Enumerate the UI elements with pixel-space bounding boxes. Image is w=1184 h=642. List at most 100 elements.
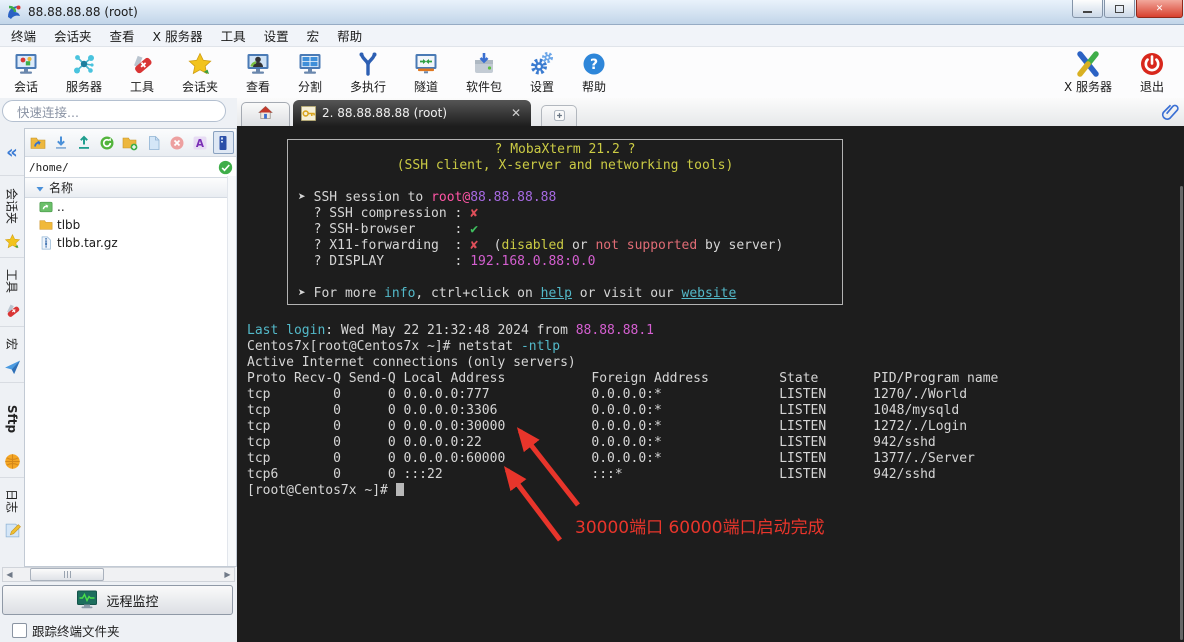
toolbar-label-tools: 工具 xyxy=(129,80,154,94)
toolbar: 会话 服务器 工具 会话夹 查看 分割 多执行 隧道 软件包 设置? 帮助 X 服务器 退出 xyxy=(0,47,1184,100)
help-link[interactable]: help xyxy=(541,286,572,301)
output-line: tcp 0 0 0.0.0.0:3306 0.0.0.0:* LISTEN 10… xyxy=(247,403,1184,419)
toolbar-button-servers[interactable]: 服务器 xyxy=(52,47,116,99)
banner-segment: ✔ xyxy=(470,222,479,237)
quick-connect-input[interactable]: 快速连接... xyxy=(2,100,226,122)
output-line: tcp 0 0 0.0.0.0:777 0.0.0.0:* LISTEN 127… xyxy=(247,387,1184,403)
close-button[interactable]: ✕ xyxy=(1136,0,1183,18)
file-row[interactable]: tlbb.tar.gz xyxy=(25,234,236,252)
file-toolbar-rename-button[interactable]: A xyxy=(190,131,211,154)
terminal-banner: ? MobaXterm 21.2 ? (SSH client, X-server … xyxy=(287,139,843,305)
file-list-header[interactable]: 名称 xyxy=(25,178,236,198)
file-toolbar-upload-button[interactable] xyxy=(73,131,94,154)
menu-item-settings[interactable]: 设置 xyxy=(255,24,298,47)
banner-line: ? DISPLAY : 192.168.0.88:0.0 xyxy=(298,254,832,270)
sidebar-tab-macros[interactable]: 宏 xyxy=(0,326,24,382)
menu-item-macros[interactable]: 宏 xyxy=(298,24,329,47)
output-segment: [root@Centos7x ~]# xyxy=(247,483,396,498)
file-toolbar-delete-button[interactable] xyxy=(166,131,187,154)
file-toolbar-new-file-button[interactable] xyxy=(143,131,164,154)
monitor-pulse-icon xyxy=(76,589,98,611)
menu-item-help[interactable]: 帮助 xyxy=(328,24,371,47)
menu-item-tools[interactable]: 工具 xyxy=(212,24,255,47)
sidebar-tab-label-sftp: Sftp xyxy=(5,404,19,434)
file-row[interactable]: .. xyxy=(25,198,236,216)
split-icon xyxy=(297,51,323,77)
file-list: .. tlbb tlbb.tar.gz xyxy=(25,198,236,252)
toolbar-button-settings[interactable]: 设置 xyxy=(516,47,568,99)
output-line: tcp 0 0 0.0.0.0:30000 0.0.0.0:* LISTEN 1… xyxy=(247,419,1184,435)
banner-line: ? MobaXterm 21.2 ? xyxy=(298,142,832,158)
follow-terminal-checkbox[interactable] xyxy=(12,623,27,638)
sidebar-tab-sessions[interactable]: 会话夹 xyxy=(0,175,24,257)
menu-item-terminal[interactable]: 终端 xyxy=(2,24,45,47)
path-input[interactable]: /home/ xyxy=(25,161,218,174)
toolbar-button-x-server[interactable]: X 服务器 xyxy=(1056,47,1120,99)
sidebar-tab-tools[interactable]: 工具 xyxy=(0,257,24,326)
output-line: tcp6 0 0 :::22 :::* LISTEN 942/sshd xyxy=(247,467,1184,483)
scroll-left-arrow-icon[interactable]: ◀ xyxy=(3,570,16,579)
collapse-sidebar-button[interactable]: « xyxy=(0,128,24,175)
home-tab[interactable] xyxy=(241,102,290,126)
check-circle-icon[interactable] xyxy=(218,160,233,175)
file-toolbar-refresh-button[interactable] xyxy=(97,131,118,154)
menu-item-sessions[interactable]: 会话夹 xyxy=(45,24,101,47)
column-header-name: 名称 xyxy=(49,181,74,195)
toolbar-button-sessions-folder[interactable]: 会话夹 xyxy=(168,47,232,99)
app-logo-icon xyxy=(6,4,22,20)
multiexec-icon xyxy=(355,51,381,77)
output-line: Last login: Wed May 22 21:32:48 2024 fro… xyxy=(247,323,1184,339)
toolbar-button-exit[interactable]: 退出 xyxy=(1120,47,1184,99)
remote-monitoring-button[interactable]: 远程监控 xyxy=(2,585,233,615)
file-name: .. xyxy=(57,200,65,214)
sidebar-horizontal-scrollbar[interactable]: ◀ ▶ xyxy=(2,567,235,582)
session-tab[interactable]: 2. 88.88.88.88 (root) ✕ xyxy=(293,100,531,126)
up-folder-icon xyxy=(39,200,53,214)
output-segment: tcp 0 0 0.0.0.0:30000 0.0.0.0:* LISTEN 1… xyxy=(247,419,968,434)
output-line: Centos7x[root@Centos7x ~]# netstat -ntlp xyxy=(247,339,1184,355)
packages-icon xyxy=(471,51,497,77)
file-toolbar-new-folder-button[interactable] xyxy=(120,131,141,154)
menu-item-view[interactable]: 查看 xyxy=(101,24,144,47)
terminal-scrollbar[interactable] xyxy=(1180,186,1183,640)
scroll-right-arrow-icon[interactable]: ▶ xyxy=(221,570,234,579)
file-toolbar-sync-panel-button[interactable] xyxy=(212,131,234,154)
banner-segment: 192.168.0.88:0.0 xyxy=(470,254,596,269)
tab-close-icon[interactable]: ✕ xyxy=(509,106,523,120)
minimize-button[interactable] xyxy=(1072,0,1103,18)
sidebar-tab-label-tools: 工具 xyxy=(4,268,19,294)
file-row[interactable]: tlbb xyxy=(25,216,236,234)
toolbar-button-view[interactable]: 查看 xyxy=(232,47,284,99)
toolbar-button-session[interactable]: 会话 xyxy=(0,47,52,99)
toolbar-button-split[interactable]: 分割 xyxy=(284,47,336,99)
toolbar-label-tunnel: 隧道 xyxy=(413,80,438,94)
toolbar-button-packages[interactable]: 软件包 xyxy=(452,47,516,99)
toolbar-label-x-server: X 服务器 xyxy=(1063,80,1113,94)
new-tab-button[interactable] xyxy=(541,105,577,126)
output-line: [root@Centos7x ~]# xyxy=(247,483,1184,499)
toolbar-button-tunnel[interactable]: 隧道 xyxy=(400,47,452,99)
paperclip-icon[interactable] xyxy=(1161,103,1179,121)
sidebar-tab-sftp[interactable]: Sftp xyxy=(0,382,24,477)
banner-segment: ? MobaXterm 21.2 ? xyxy=(494,142,636,157)
terminal-cursor xyxy=(395,483,404,496)
scrollbar-thumb[interactable] xyxy=(30,568,104,581)
file-toolbar-go-up-button[interactable] xyxy=(27,131,48,154)
sidebar-tab-label-log: 日志 xyxy=(4,488,19,514)
menu-item-x-server[interactable]: X 服务器 xyxy=(144,24,212,47)
terminal-screen[interactable]: ? MobaXterm 21.2 ? (SSH client, X-server … xyxy=(237,126,1184,642)
svg-text:A: A xyxy=(196,138,205,150)
toolbar-button-multiexec[interactable]: 多执行 xyxy=(336,47,400,99)
toolbar-button-help[interactable]: ? 帮助 xyxy=(568,47,620,99)
banner-segment: not supported xyxy=(595,238,698,253)
sidebar-tab-log[interactable]: 日志 xyxy=(0,477,24,546)
file-toolbar-download-button[interactable] xyxy=(50,131,71,154)
file-list-scrollbar[interactable] xyxy=(227,176,236,566)
xserver-icon xyxy=(1075,51,1101,77)
sidebar: 快速连接... « 会话夹工具宏 Sftp 日志 A /home/ 名称 .. tlb… xyxy=(0,98,237,642)
maximize-button[interactable] xyxy=(1104,0,1135,18)
website-link[interactable]: website xyxy=(682,286,737,301)
path-bar: /home/ xyxy=(25,157,236,178)
toolbar-button-tools[interactable]: 工具 xyxy=(116,47,168,99)
banner-segment: 88.88.88.88 xyxy=(470,190,557,205)
